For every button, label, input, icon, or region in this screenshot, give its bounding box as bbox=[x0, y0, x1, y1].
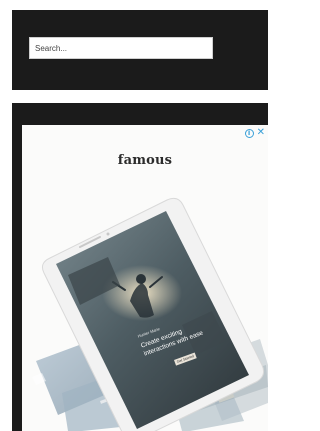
ad-panel: famous i ✕ Hunter Marie Create exciting … bbox=[12, 103, 268, 431]
page: famous i ✕ Hunter Marie Create exciting … bbox=[0, 0, 268, 431]
search-input[interactable] bbox=[29, 37, 213, 59]
ad-artwork bbox=[32, 197, 268, 431]
close-icon[interactable]: ✕ bbox=[257, 128, 265, 138]
ad-banner[interactable]: famous i ✕ Hunter Marie Create exciting … bbox=[22, 125, 268, 431]
info-icon[interactable]: i bbox=[244, 128, 254, 138]
brand-logo[interactable]: famous bbox=[22, 153, 268, 168]
adchoices: i ✕ bbox=[244, 128, 265, 138]
search-panel bbox=[12, 10, 268, 90]
